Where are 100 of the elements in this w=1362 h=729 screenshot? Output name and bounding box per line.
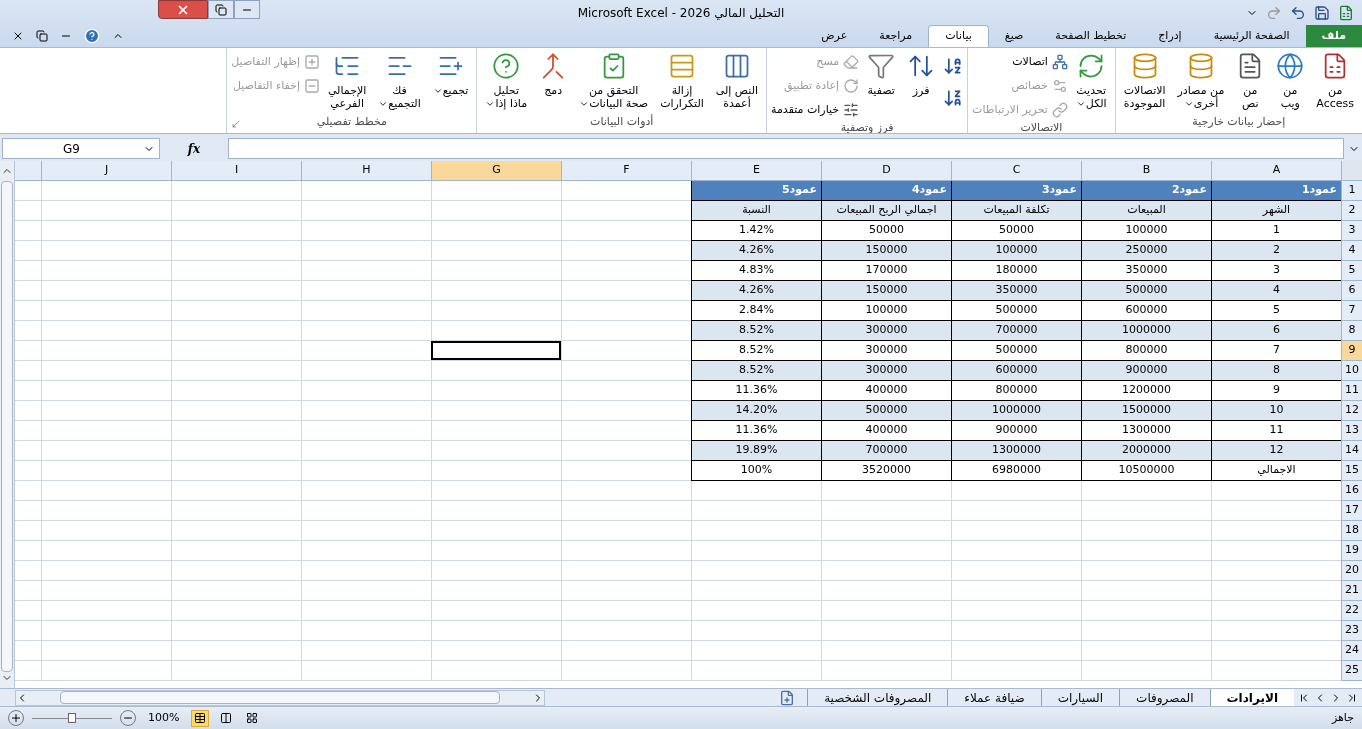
row-header[interactable]: 16: [1341, 481, 1362, 501]
undo-icon[interactable]: [1290, 4, 1306, 21]
ribbon-button[interactable]: إزالة التكرارات: [656, 52, 708, 110]
ribbon-button[interactable]: تحديث الكل: [1071, 52, 1111, 110]
help-icon[interactable]: [84, 28, 100, 44]
restore-button[interactable]: [208, 0, 234, 19]
zoom-level[interactable]: 100%: [148, 709, 180, 727]
row-header[interactable]: 7: [1341, 301, 1362, 321]
globe-icon: [1276, 52, 1305, 80]
restore-icon[interactable]: [36, 30, 48, 42]
ribbon-tab[interactable]: بيانات: [928, 25, 989, 47]
column-header[interactable]: G: [431, 161, 561, 180]
row-header[interactable]: 23: [1341, 621, 1362, 641]
table-cell: 12: [1211, 441, 1341, 461]
close-icon[interactable]: [12, 30, 24, 42]
scroll-thumb[interactable]: [60, 691, 500, 704]
ribbon-button[interactable]: الاتصالات الموجودة: [1119, 52, 1170, 110]
sort-button[interactable]: [943, 88, 964, 108]
table-cell: 250000: [1081, 241, 1211, 261]
zoom-slider[interactable]: [32, 713, 112, 723]
ribbon-button[interactable]: فك التجميع: [374, 52, 425, 110]
first-sheet-icon[interactable]: [1298, 691, 1310, 704]
ribbon-button[interactable]: من نص: [1232, 52, 1269, 110]
link-icon: [1051, 102, 1068, 118]
table-cell: 19.89%: [691, 441, 821, 461]
ribbon-button[interactable]: تحليل ماذا إذا: [481, 52, 532, 110]
ribbon-button[interactable]: التحقق من صحة البيانات: [575, 52, 653, 110]
table-cell: 1300000: [1081, 421, 1211, 441]
table-cell: 2000000: [1081, 441, 1211, 461]
row-header[interactable]: 18: [1341, 521, 1362, 541]
ribbon-tab[interactable]: صيغ: [988, 25, 1040, 47]
ribbon-button[interactable]: من مصادر أخرى: [1173, 52, 1229, 110]
plus-icon: [303, 54, 320, 70]
row-header[interactable]: 22: [1341, 601, 1362, 621]
ribbon-tab[interactable]: تخطيط الصفحة: [1039, 25, 1143, 47]
row-header[interactable]: 1: [1341, 181, 1362, 201]
row-header[interactable]: 12: [1341, 401, 1362, 421]
vertical-scrollbar[interactable]: [0, 161, 15, 688]
ribbon-button[interactable]: النص إلى أعمدة: [711, 52, 763, 110]
ribbon-button[interactable]: خيارات متقدمة: [771, 100, 860, 120]
ribbon-button[interactable]: تجميع: [428, 52, 473, 97]
row-header[interactable]: 20: [1341, 561, 1362, 581]
table-cell: 50000: [821, 221, 951, 241]
new-sheet-icon[interactable]: [779, 689, 796, 706]
last-sheet-icon[interactable]: [1346, 691, 1358, 704]
row-header[interactable]: 11: [1341, 381, 1362, 401]
ribbon-tab[interactable]: عرض: [805, 25, 864, 47]
row-header[interactable]: 14: [1341, 441, 1362, 461]
spreadsheet-logo-icon[interactable]: [1338, 4, 1354, 21]
minimize-button[interactable]: [234, 0, 260, 19]
row-header[interactable]: 21: [1341, 581, 1362, 601]
ribbon-tab[interactable]: مراجعة: [863, 25, 929, 47]
ribbon-button[interactable]: دمج: [535, 52, 572, 97]
close-button[interactable]: [158, 0, 208, 19]
horizontal-scrollbar[interactable]: [15, 689, 545, 706]
row-header[interactable]: 5: [1341, 261, 1362, 281]
ribbon-tab[interactable]: إدراج: [1142, 25, 1198, 47]
row-header[interactable]: 13: [1341, 421, 1362, 441]
ribbon-button[interactable]: الإجمالي الفرعي: [323, 52, 371, 110]
view-button[interactable]: [191, 709, 210, 727]
caret-icon: [378, 99, 389, 109]
insert-function-label[interactable]: fx: [187, 139, 201, 158]
sort-button[interactable]: [943, 56, 964, 76]
redo-icon[interactable]: [1266, 4, 1282, 21]
scroll-thumb[interactable]: [1, 181, 13, 672]
save-icon[interactable]: [1314, 4, 1330, 21]
sliders-icon: [843, 102, 860, 118]
zoom-thumb[interactable]: [68, 713, 76, 723]
row-header[interactable]: 15: [1341, 461, 1362, 481]
table-cell: 1: [1211, 221, 1341, 241]
ribbon-button[interactable]: فرز: [903, 52, 940, 97]
table-cell: 6980000: [951, 461, 1081, 481]
row-header[interactable]: 8: [1341, 321, 1362, 341]
sheet-tab[interactable]: الايرادات: [1209, 688, 1294, 707]
table-cell: 1.42%: [691, 221, 821, 241]
formula-input[interactable]: [228, 138, 1344, 159]
ribbon-button[interactable]: تصفية: [863, 52, 900, 97]
ribbon-button[interactable]: اتصالات: [972, 52, 1068, 72]
ribbon-tab[interactable]: الصفحة الرئيسية: [1197, 25, 1306, 47]
row-header[interactable]: 9: [1341, 341, 1362, 361]
table-cell: اجمالي الربح المبيعات: [821, 201, 951, 221]
row-header[interactable]: 19: [1341, 541, 1362, 561]
selected-cell[interactable]: [431, 341, 561, 360]
row-header[interactable]: 2: [1341, 201, 1362, 221]
table-cell: عمود3: [951, 181, 1081, 201]
row-header[interactable]: 25: [1341, 661, 1362, 681]
grid-icon: [246, 712, 259, 724]
file-tab[interactable]: ملف: [1305, 25, 1362, 47]
row-header[interactable]: 24: [1341, 641, 1362, 661]
row-header[interactable]: 17: [1341, 501, 1362, 521]
table-cell: 300000: [821, 341, 951, 361]
dialog-launcher-icon[interactable]: [231, 119, 242, 129]
row-header[interactable]: 10: [1341, 361, 1362, 381]
name-box[interactable]: G9: [2, 138, 160, 159]
table-cell: 50000: [951, 221, 1081, 241]
ribbon-button[interactable]: من ويب: [1272, 52, 1309, 110]
ribbon-button[interactable]: من Access: [1312, 52, 1358, 110]
row-header[interactable]: 3: [1341, 221, 1362, 241]
row-header[interactable]: 4: [1341, 241, 1362, 261]
row-header[interactable]: 6: [1341, 281, 1362, 301]
